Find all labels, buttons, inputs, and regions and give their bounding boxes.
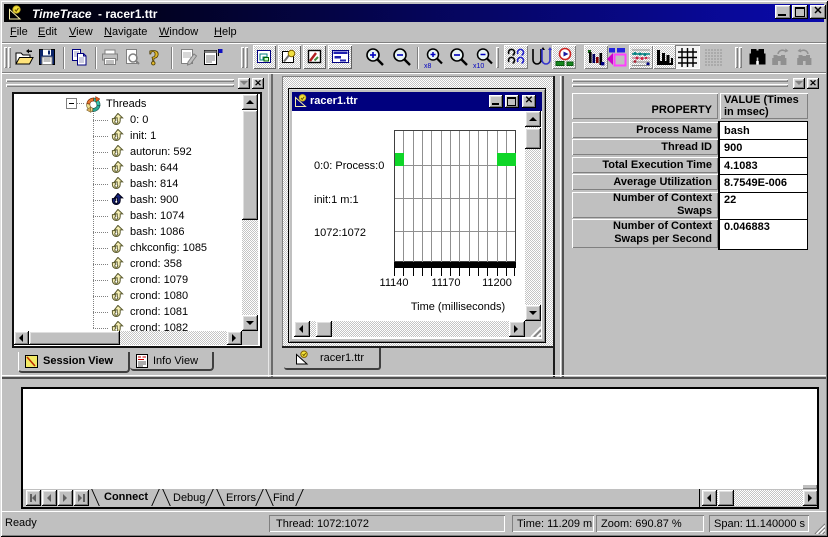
svg-text:x8: x8 xyxy=(424,63,432,70)
svg-text:x10: x10 xyxy=(473,63,484,70)
svg-text:?: ? xyxy=(149,46,160,69)
